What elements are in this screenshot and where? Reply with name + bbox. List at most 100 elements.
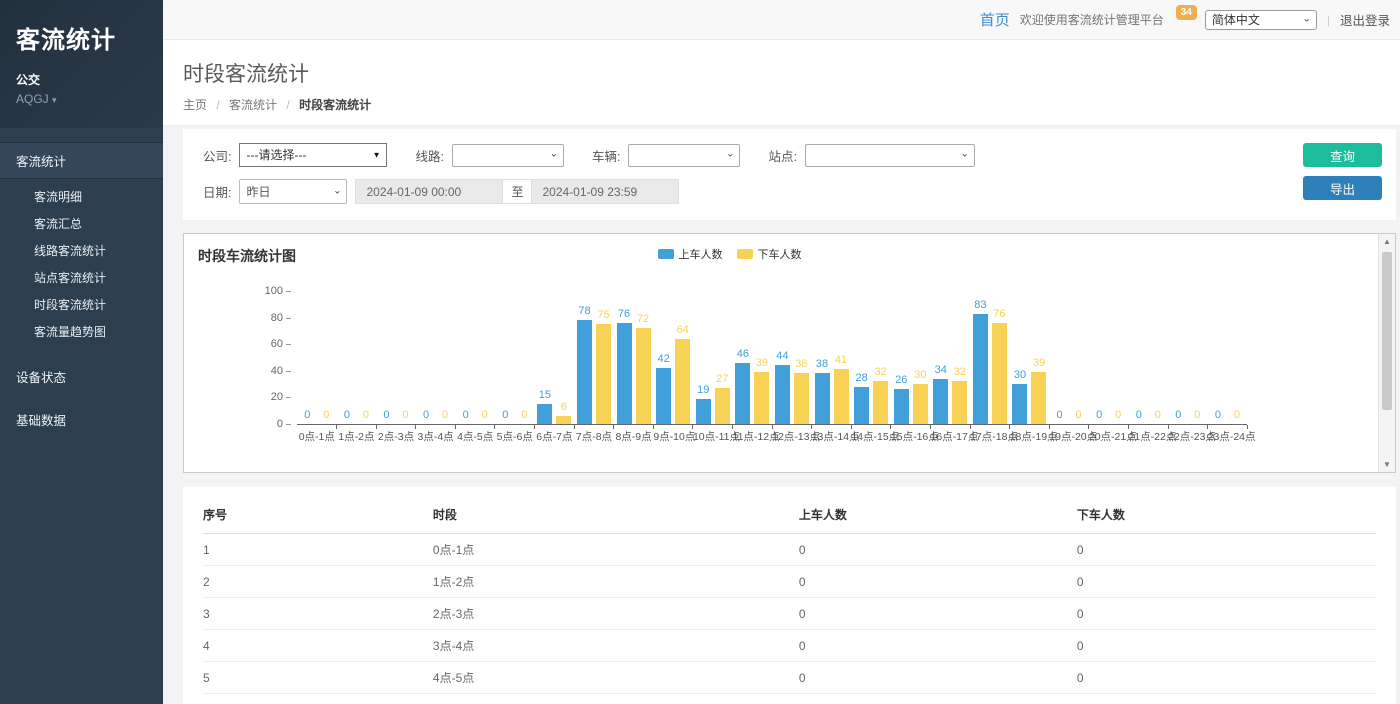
bar-下车人数: 39 <box>754 358 769 424</box>
station-select[interactable] <box>805 144 975 167</box>
line-select[interactable] <box>452 144 564 167</box>
language-select[interactable]: 简体中文 <box>1205 10 1317 30</box>
bar <box>656 368 671 424</box>
bar <box>973 314 988 424</box>
x-tick-label: 0点-1点 <box>297 429 337 444</box>
bar-value-label: 0 <box>521 410 527 421</box>
stats-table: 序号时段上车人数下车人数 10点-1点0021点-2点0032点-3点0043点… <box>203 497 1376 704</box>
query-button[interactable]: 查询 <box>1303 143 1382 167</box>
date-start-input[interactable]: 2024-01-09 00:00 <box>355 179 503 204</box>
caret-down-icon: ▾ <box>52 95 57 105</box>
sidebar-item[interactable]: 线路客流统计 <box>0 237 163 264</box>
bar-下车人数: 0 <box>1071 410 1086 424</box>
date-end-input[interactable]: 2024-01-09 23:59 <box>531 179 679 204</box>
vehicle-filter: 车辆: ⌄ <box>592 144 740 167</box>
line-label: 线路: <box>415 146 443 165</box>
line-filter: 线路: ⌄ <box>415 144 563 167</box>
table-cell: 0 <box>799 662 1077 694</box>
station-label: 站点: <box>768 146 796 165</box>
x-tick-label: 2点-3点 <box>376 429 416 444</box>
sidebar-section-base-data[interactable]: 基础数据 <box>0 402 163 437</box>
app-logo: 客流统计 <box>16 20 147 55</box>
chart-category-group: 00 <box>297 291 337 424</box>
bar-value-label: 0 <box>1155 410 1161 421</box>
bar-下车人数: 0 <box>477 410 492 424</box>
home-link[interactable]: 首页 <box>980 9 1010 30</box>
x-tick-label: 18点-19点 <box>1010 429 1050 444</box>
sidebar-item[interactable]: 客流明细 <box>0 183 163 210</box>
sidebar-section-passenger-stats[interactable]: 客流统计 <box>0 142 163 179</box>
bar <box>715 388 730 424</box>
chart-category-group: 00 <box>495 291 535 424</box>
bar-value-label: 0 <box>482 410 488 421</box>
scroll-down-icon[interactable]: ▼ <box>1379 460 1395 469</box>
bar-value-label: 0 <box>502 410 508 421</box>
x-tick-label: 14点-15点 <box>851 429 891 444</box>
navbar-right: 首页 欢迎使用客流统计管理平台 34 简体中文 ⌄ | 退出登录 <box>980 9 1390 30</box>
breadcrumb-parent[interactable]: 客流统计 <box>229 98 277 112</box>
vehicle-select[interactable] <box>628 144 740 167</box>
sidebar-section-device-status[interactable]: 设备状态 <box>0 359 163 394</box>
bar-value-label: 28 <box>855 373 867 384</box>
export-button[interactable]: 导出 <box>1303 176 1382 200</box>
chart-title: 时段车流统计图 <box>198 246 296 266</box>
notification-badge[interactable]: 34 <box>1176 5 1197 20</box>
bar-上车人数: 46 <box>735 349 750 424</box>
logout-link[interactable]: 退出登录 <box>1340 10 1390 29</box>
bar-value-label: 38 <box>795 359 807 370</box>
x-tick-label: 13点-14点 <box>812 429 852 444</box>
chart-category-group: 00 <box>1089 291 1129 424</box>
date-to-label: 至 <box>503 179 531 204</box>
filter-fields: 公司: ---请选择--- ▼ 线路: <box>203 143 1003 204</box>
bar-value-label: 32 <box>874 367 886 378</box>
content-area: 公司: ---请选择--- ▼ 线路: <box>163 126 1400 704</box>
table-cell: 0 <box>799 534 1077 566</box>
x-tick-label: 12点-13点 <box>772 429 812 444</box>
page-title: 时段客流统计 <box>183 58 1400 88</box>
bar-value-label: 38 <box>816 359 828 370</box>
org-code-dropdown[interactable]: AQGJ ▾ <box>16 92 147 106</box>
bar-value-label: 0 <box>1096 410 1102 421</box>
scrollbar-thumb[interactable] <box>1382 252 1392 410</box>
bar-下车人数: 39 <box>1031 358 1046 424</box>
bar-value-label: 30 <box>914 370 926 381</box>
table-cell: 0 <box>799 694 1077 704</box>
bar-value-label: 0 <box>323 410 329 421</box>
sidebar-item[interactable]: 站点客流统计 <box>0 264 163 291</box>
bar-下车人数: 6 <box>556 402 571 424</box>
sidebar: 客流统计 公交 AQGJ ▾ 客流统计 客流明细客流汇总线路客流统计站点客流统计… <box>0 0 163 704</box>
breadcrumb-home[interactable]: 主页 <box>183 98 207 112</box>
bar-value-label: 41 <box>835 355 847 366</box>
company-select[interactable]: ---请选择--- <box>239 143 387 167</box>
date-preset-wrap: 昨日 ⌄ <box>239 179 347 204</box>
table-cell: 6 <box>203 694 433 704</box>
scroll-up-icon[interactable]: ▲ <box>1379 237 1395 246</box>
bar-上车人数: 34 <box>933 365 948 424</box>
chart-scrollbar[interactable]: ▲ ▼ <box>1378 234 1395 472</box>
x-tick-label: 11点-12点 <box>733 429 773 444</box>
chart-category-group: 00 <box>376 291 416 424</box>
table-column-header: 时段 <box>433 497 799 534</box>
table-cell: 0 <box>1077 630 1376 662</box>
breadcrumb-current: 时段客流统计 <box>299 98 371 112</box>
bar-value-label: 64 <box>677 325 689 336</box>
bar-上车人数: 0 <box>1131 410 1146 424</box>
bar-value-label: 42 <box>658 354 670 365</box>
bar-上车人数: 83 <box>973 300 988 424</box>
bar <box>556 416 571 424</box>
bar-下车人数: 0 <box>1111 410 1126 424</box>
sidebar-item[interactable]: 客流汇总 <box>0 210 163 237</box>
sidebar-item[interactable]: 客流量趋势图 <box>0 318 163 345</box>
bar-value-label: 46 <box>737 349 749 360</box>
bar-value-label: 0 <box>1234 410 1240 421</box>
table-cell: 0 <box>799 630 1077 662</box>
bar-上车人数: 0 <box>1210 410 1225 424</box>
y-tick-label: 0 <box>277 419 291 430</box>
chart-category-group: 46 39 <box>733 291 773 424</box>
sidebar-item[interactable]: 时段客流统计 <box>0 291 163 318</box>
bar-value-label: 0 <box>1136 410 1142 421</box>
date-preset-select[interactable]: 昨日 <box>239 179 347 204</box>
y-tick-label: 60 <box>271 339 291 350</box>
chart-plot: 0000000000001567875767242641927463944383… <box>297 292 1247 425</box>
chart-body: 020406080100 000000000000156787576724264… <box>184 292 1395 425</box>
